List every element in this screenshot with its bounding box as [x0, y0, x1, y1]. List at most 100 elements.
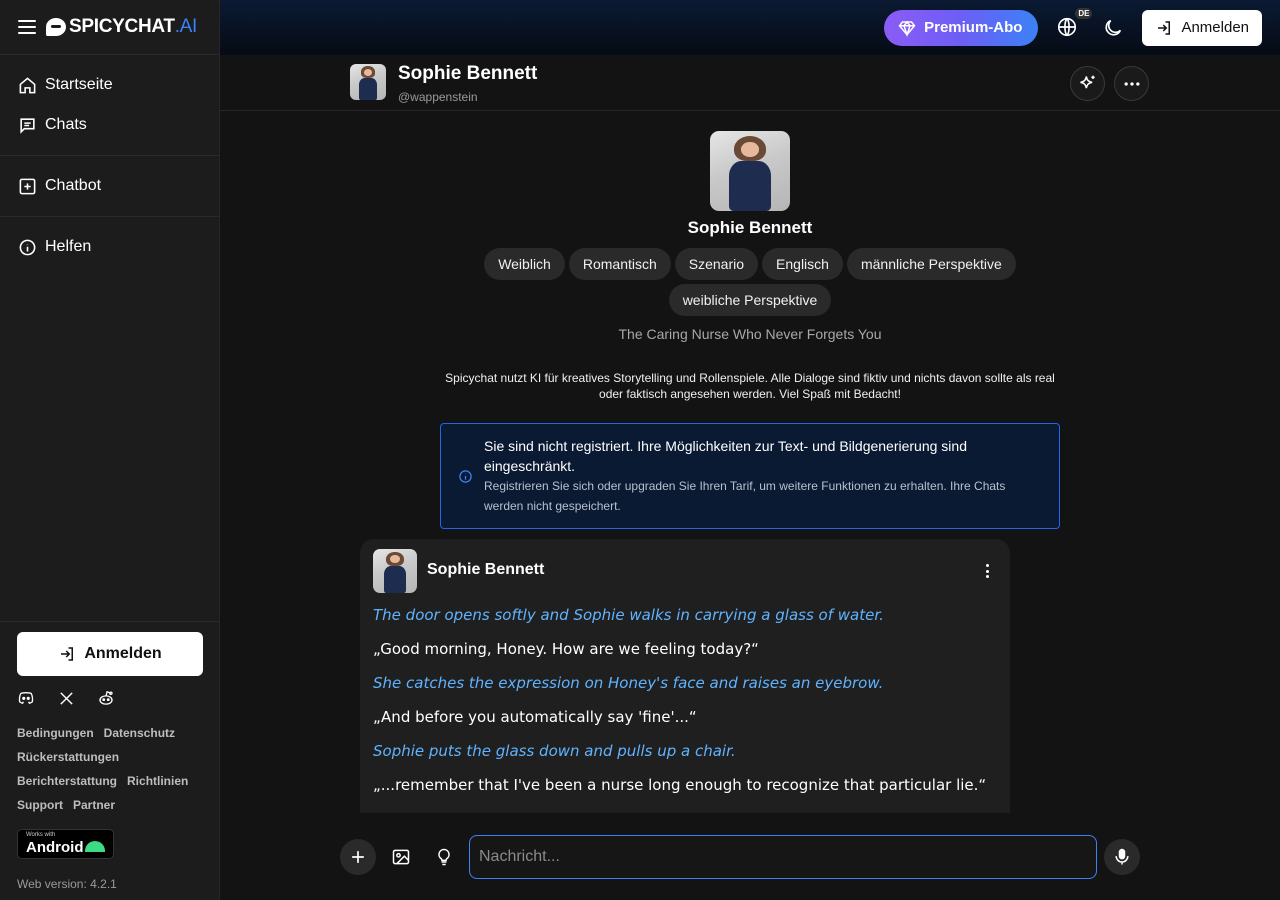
- footer-link-datenschutz[interactable]: Datenschutz: [104, 725, 175, 741]
- login-icon: [61, 647, 74, 661]
- image-button[interactable]: [383, 839, 419, 875]
- more-options-button[interactable]: [1114, 66, 1149, 101]
- app: SPICYCHAT .AI Startseite Chats Chatbot He…: [0, 0, 1280, 900]
- profile-name: Sophie Bennett: [687, 218, 813, 237]
- sidebar-item-label: Helfen: [45, 238, 92, 255]
- reddit-icon[interactable]: [97, 689, 115, 707]
- premium-label: Premium-Abo: [924, 19, 1023, 36]
- notice-title: Sie sind nicht registriert. Ihre Möglich…: [484, 438, 967, 474]
- sparkle-icon: [1079, 75, 1095, 88]
- message-speech: „Good morning, Honey. How are we feeling…: [373, 640, 759, 658]
- message-narration: She catches the expression on Honey's fa…: [373, 674, 884, 692]
- info-icon: [19, 239, 36, 255]
- message-narration: Sophie puts the glass down and pulls up …: [373, 742, 736, 760]
- sparkle-button[interactable]: [1070, 66, 1105, 101]
- globe-icon: [1058, 17, 1077, 36]
- microphone-icon: [1115, 848, 1129, 865]
- more-horizontal-icon: [1124, 81, 1139, 86]
- android-badge[interactable]: Works with Android: [17, 829, 114, 859]
- sidebar-item-label: Chats: [45, 116, 87, 133]
- character-tagline: The Caring Nurse Who Never Forgets You: [618, 326, 882, 342]
- footer-link-richtlinien[interactable]: Richtlinien: [127, 773, 188, 789]
- microphone-button[interactable]: [1104, 839, 1140, 875]
- sidebar: SPICYCHAT .AI Startseite Chats Chatbot He…: [0, 0, 220, 900]
- composer: [220, 835, 1280, 881]
- sidebar-footer: Anmelden Bedingungen Datenschutz Rückers…: [0, 621, 219, 900]
- login-icon: [1158, 20, 1171, 35]
- premium-button[interactable]: Premium-Abo: [884, 9, 1039, 46]
- android-badge-big: Android: [26, 839, 84, 856]
- sidebar-item-helfen[interactable]: Helfen: [0, 227, 219, 267]
- footer-link-partner[interactable]: Partner: [73, 797, 115, 813]
- language-switcher[interactable]: DE: [1056, 7, 1093, 40]
- image-icon: [392, 849, 410, 865]
- character-profile: Sophie Bennett Weiblich Romantisch Szena…: [220, 131, 1280, 342]
- logo-suffix: .AI: [174, 16, 198, 37]
- chat-icon: [20, 117, 35, 134]
- login-label: Anmelden: [1181, 19, 1249, 36]
- nav-group-main: Startseite Chats: [0, 55, 219, 156]
- message-narration: The door opens softly and Sophie walks i…: [373, 606, 884, 624]
- social-links: [17, 689, 202, 707]
- theme-toggle[interactable]: [1102, 17, 1124, 39]
- message-menu-icon[interactable]: [980, 563, 994, 579]
- profile-avatar[interactable]: [710, 131, 790, 211]
- character-header: Sophie Bennett @wappenstein: [220, 55, 1280, 111]
- x-twitter-icon[interactable]: [57, 689, 75, 707]
- idea-button[interactable]: [426, 839, 462, 875]
- sidebar-login-button[interactable]: Anmelden: [17, 632, 203, 676]
- tag-chip[interactable]: Romantisch: [568, 248, 671, 280]
- login-button[interactable]: Anmelden: [1142, 9, 1262, 46]
- logo-text: SPICYCHAT: [69, 16, 175, 37]
- footer-link-rueckerstattungen[interactable]: Rückerstattungen: [17, 749, 119, 765]
- footer-link-support[interactable]: Support: [17, 797, 63, 813]
- chat-message: Sophie Bennett The door opens softly and…: [360, 539, 1010, 813]
- hamburger-menu-icon[interactable]: [18, 20, 36, 34]
- sidebar-login-label: Anmelden: [84, 645, 162, 662]
- language-badge: DE: [1075, 7, 1093, 19]
- tag-chip[interactable]: Weiblich: [484, 248, 565, 280]
- message-input[interactable]: [469, 835, 1097, 879]
- footer-links: Bedingungen Datenschutz Rückerstattungen…: [17, 725, 203, 813]
- logo[interactable]: SPICYCHAT .AI: [46, 16, 197, 38]
- character-name[interactable]: Sophie Bennett: [398, 63, 537, 85]
- footer-link-berichterstattung[interactable]: Berichterstattung: [17, 773, 117, 789]
- plus-icon: [352, 851, 364, 863]
- diamond-icon: [898, 20, 916, 37]
- avatar[interactable]: [350, 64, 386, 100]
- sidebar-item-label: Startseite: [45, 76, 113, 93]
- moon-icon: [1105, 19, 1122, 36]
- character-handle[interactable]: @wappenstein: [398, 90, 478, 104]
- lightbulb-icon: [438, 848, 450, 866]
- ai-disclaimer: Spicychat nutzt KI für kreatives Storyte…: [445, 371, 1055, 401]
- sidebar-item-chatbot[interactable]: Chatbot: [0, 166, 219, 206]
- tag-chip[interactable]: Englisch: [762, 248, 843, 280]
- topbar: Premium-Abo DE Anmelden: [220, 0, 1280, 55]
- android-robot-icon: [85, 841, 105, 852]
- info-icon: [459, 470, 472, 483]
- message-avatar[interactable]: [373, 549, 417, 593]
- home-icon: [19, 76, 36, 93]
- add-button[interactable]: [340, 839, 376, 875]
- message-author: Sophie Bennett: [427, 561, 545, 578]
- message-body: The door opens softly and Sophie walks i…: [373, 602, 993, 806]
- footer-link-bedingungen[interactable]: Bedingungen: [17, 725, 94, 741]
- registration-notice: Sie sind nicht registriert. Ihre Möglich…: [440, 423, 1060, 529]
- sidebar-item-label: Chatbot: [45, 177, 102, 194]
- android-badge-small: Works with: [26, 832, 56, 838]
- plus-square-icon: [19, 178, 36, 194]
- nav-group-help: Helfen: [0, 217, 219, 277]
- brand-bar: SPICYCHAT .AI: [0, 0, 219, 55]
- tag-chip[interactable]: Szenario: [674, 248, 759, 280]
- notice-body: Registrieren Sie sich oder upgraden Sie …: [484, 479, 1006, 513]
- tag-list: Weiblich Romantisch Szenario Englisch mä…: [450, 248, 1050, 316]
- chat-main: Sophie Bennett @wappenstein Sophie Benne…: [220, 55, 1280, 900]
- discord-icon[interactable]: [17, 689, 35, 707]
- nav-group-create: Chatbot: [0, 156, 219, 217]
- tag-chip[interactable]: männliche Perspektive: [846, 248, 1016, 280]
- message-speech: „And before you automatically say 'fine'…: [373, 708, 697, 726]
- tag-chip[interactable]: weibliche Perspektive: [668, 284, 832, 316]
- sidebar-item-startseite[interactable]: Startseite: [0, 65, 219, 105]
- logo-bubble-icon: [46, 18, 66, 36]
- sidebar-item-chats[interactable]: Chats: [0, 105, 219, 145]
